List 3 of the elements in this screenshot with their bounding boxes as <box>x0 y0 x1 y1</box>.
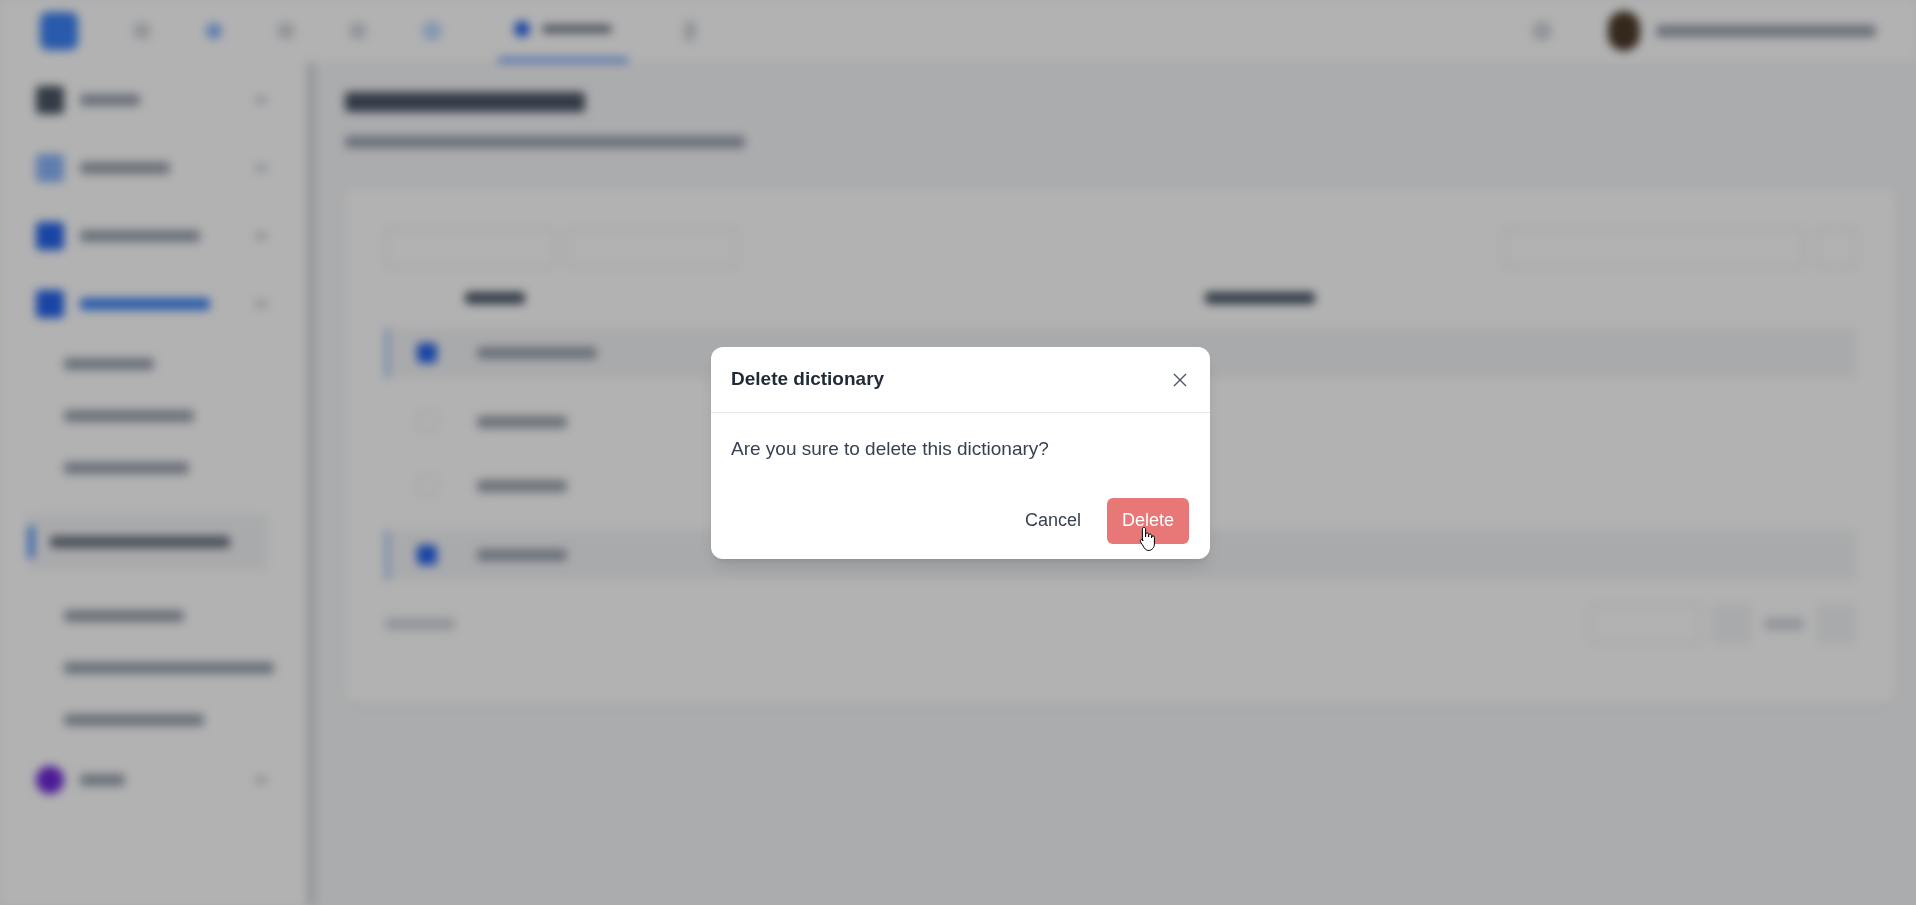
cancel-button[interactable]: Cancel <box>1020 499 1085 542</box>
dialog-message: Are you sure to delete this dictionary? <box>731 438 1049 459</box>
dialog-title: Delete dictionary <box>731 367 885 392</box>
